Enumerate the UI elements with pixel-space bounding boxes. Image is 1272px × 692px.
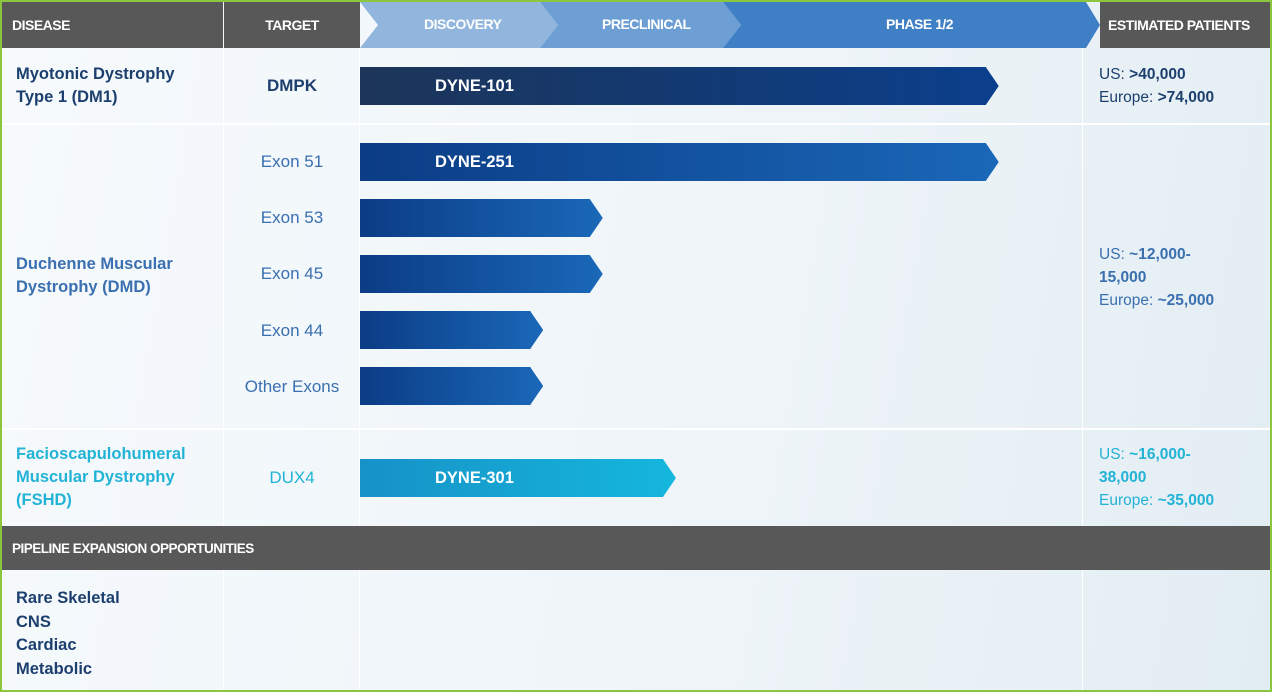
estimate-value: >40,000 (1129, 66, 1186, 83)
pipeline-bar-exon-51: DYNE-251 (360, 143, 999, 181)
grid-line-estimated (1082, 48, 1083, 526)
estimate-value: ~25,000 (1157, 292, 1215, 309)
header-disease-cell: DISEASE (2, 2, 223, 48)
estimate-value: 15,000 (1099, 269, 1147, 286)
target-exon-51: Exon 51 (260, 152, 324, 171)
estimate-label: US: (1099, 246, 1130, 263)
bar-label: DYNE-251 (435, 153, 514, 171)
grid-line-expansion-3 (1082, 570, 1083, 690)
header-discovery: DISCOVERY (424, 16, 502, 32)
expansion-item: Metabolic (16, 659, 93, 678)
pipeline-bar-dmpk: DYNE-101 (360, 67, 999, 105)
estimate-value: ~16,000- (1129, 446, 1191, 463)
target-exon-53: Exon 53 (260, 208, 324, 227)
header-estimated: ESTIMATED PATIENTS (1108, 17, 1250, 33)
estimate-dmd-eu: Europe: ~25,000 (1099, 289, 1269, 312)
estimate-dmd-us: US: ~12,000- (1099, 243, 1269, 266)
expansion-header: PIPELINE EXPANSION OPPORTUNITIES (12, 540, 254, 556)
pipeline-bar-other-exons (360, 367, 543, 405)
estimate-fshd-eu: Europe: ~35,000 (1099, 489, 1269, 512)
disease-fshd: Facioscapulohumeral Muscular Dystrophy (… (16, 443, 216, 512)
estimate-fshd-us-2: 38,000 (1099, 466, 1269, 489)
pipeline-bar-dux4: DYNE-301 (360, 459, 676, 497)
estimate-value: 38,000 (1099, 469, 1147, 486)
disease-dmd-line1: Duchenne Muscular (16, 255, 173, 273)
estimate-label: Europe: (1099, 492, 1158, 509)
header-preclinical: PRECLINICAL (602, 16, 691, 32)
grid-line-expansion-1 (223, 570, 224, 690)
row-divider-1 (2, 123, 1270, 125)
estimate-fshd-us: US: ~16,000- (1099, 443, 1269, 466)
pipeline-bar-exon-45 (360, 255, 603, 293)
header-disease: DISEASE (12, 17, 70, 33)
expansion-item: Cardiac (16, 636, 77, 654)
estimate-label: US: (1099, 66, 1130, 83)
expansion-list: Rare Skeletal CNS Cardiac Metabolic (16, 587, 120, 681)
estimate-fshd: US: ~16,000- 38,000 Europe: ~35,000 (1099, 443, 1269, 512)
grid-line-expansion-2 (359, 570, 360, 690)
target-exon-45: Exon 45 (260, 264, 324, 283)
disease-dm1-line2: Type 1 (DM1) (16, 88, 118, 106)
disease-fshd-line2: Muscular Dystrophy (16, 468, 175, 486)
header-estimated-cell: ESTIMATED PATIENTS (1100, 2, 1270, 48)
estimate-dm1: US: >40,000 Europe: >74,000 (1099, 63, 1269, 109)
estimate-value: ~35,000 (1157, 492, 1215, 509)
disease-dmd-line2: Dystrophy (DMD) (16, 278, 151, 296)
estimate-dm1-eu: Europe: >74,000 (1099, 86, 1269, 109)
estimate-label: US: (1099, 446, 1130, 463)
estimate-label: Europe: (1099, 292, 1158, 309)
grid-line-disease (223, 48, 224, 526)
target-other-exons: Other Exons (244, 377, 340, 396)
estimate-value: ~12,000- (1129, 246, 1191, 263)
estimate-value: >74,000 (1157, 89, 1215, 106)
pipeline-bar-exon-44 (360, 311, 543, 349)
header-phase: PHASE 1/2 (886, 16, 954, 32)
pipeline-chart: DISEASE TARGET DISCOVERY PRECLINICAL PHA… (0, 0, 1272, 692)
target-dmpk: DMPK (266, 76, 318, 95)
header-stage-band: DISCOVERY PRECLINICAL PHASE 1/2 (360, 2, 1100, 48)
disease-dm1: Myotonic Dystrophy Type 1 (DM1) (16, 63, 216, 109)
disease-dmd: Duchenne Muscular Dystrophy (DMD) (16, 253, 216, 299)
grid-line-target (359, 48, 360, 526)
expansion-item: Rare Skeletal (16, 589, 120, 607)
disease-fshd-line1: Facioscapulohumeral (16, 445, 186, 463)
header-target-cell: TARGET (224, 2, 360, 48)
estimate-dmd: US: ~12,000- 15,000 Europe: ~25,000 (1099, 243, 1269, 312)
header-target: TARGET (265, 17, 319, 33)
expansion-item: CNS (16, 612, 51, 631)
target-dux4: DUX4 (269, 468, 315, 487)
target-exon-44: Exon 44 (260, 321, 324, 340)
disease-dm1-line1: Myotonic Dystrophy (16, 65, 175, 83)
estimate-dmd-us-2: 15,000 (1099, 266, 1269, 289)
disease-fshd-line3: (FSHD) (16, 491, 72, 509)
pipeline-bar-exon-53 (360, 199, 603, 237)
bar-label: DYNE-101 (435, 77, 514, 95)
estimate-label: Europe: (1099, 89, 1158, 106)
expansion-header-bar: PIPELINE EXPANSION OPPORTUNITIES (2, 526, 1270, 570)
row-divider-2 (2, 428, 1270, 430)
bar-label: DYNE-301 (435, 469, 514, 487)
estimate-dm1-us: US: >40,000 (1099, 63, 1269, 86)
